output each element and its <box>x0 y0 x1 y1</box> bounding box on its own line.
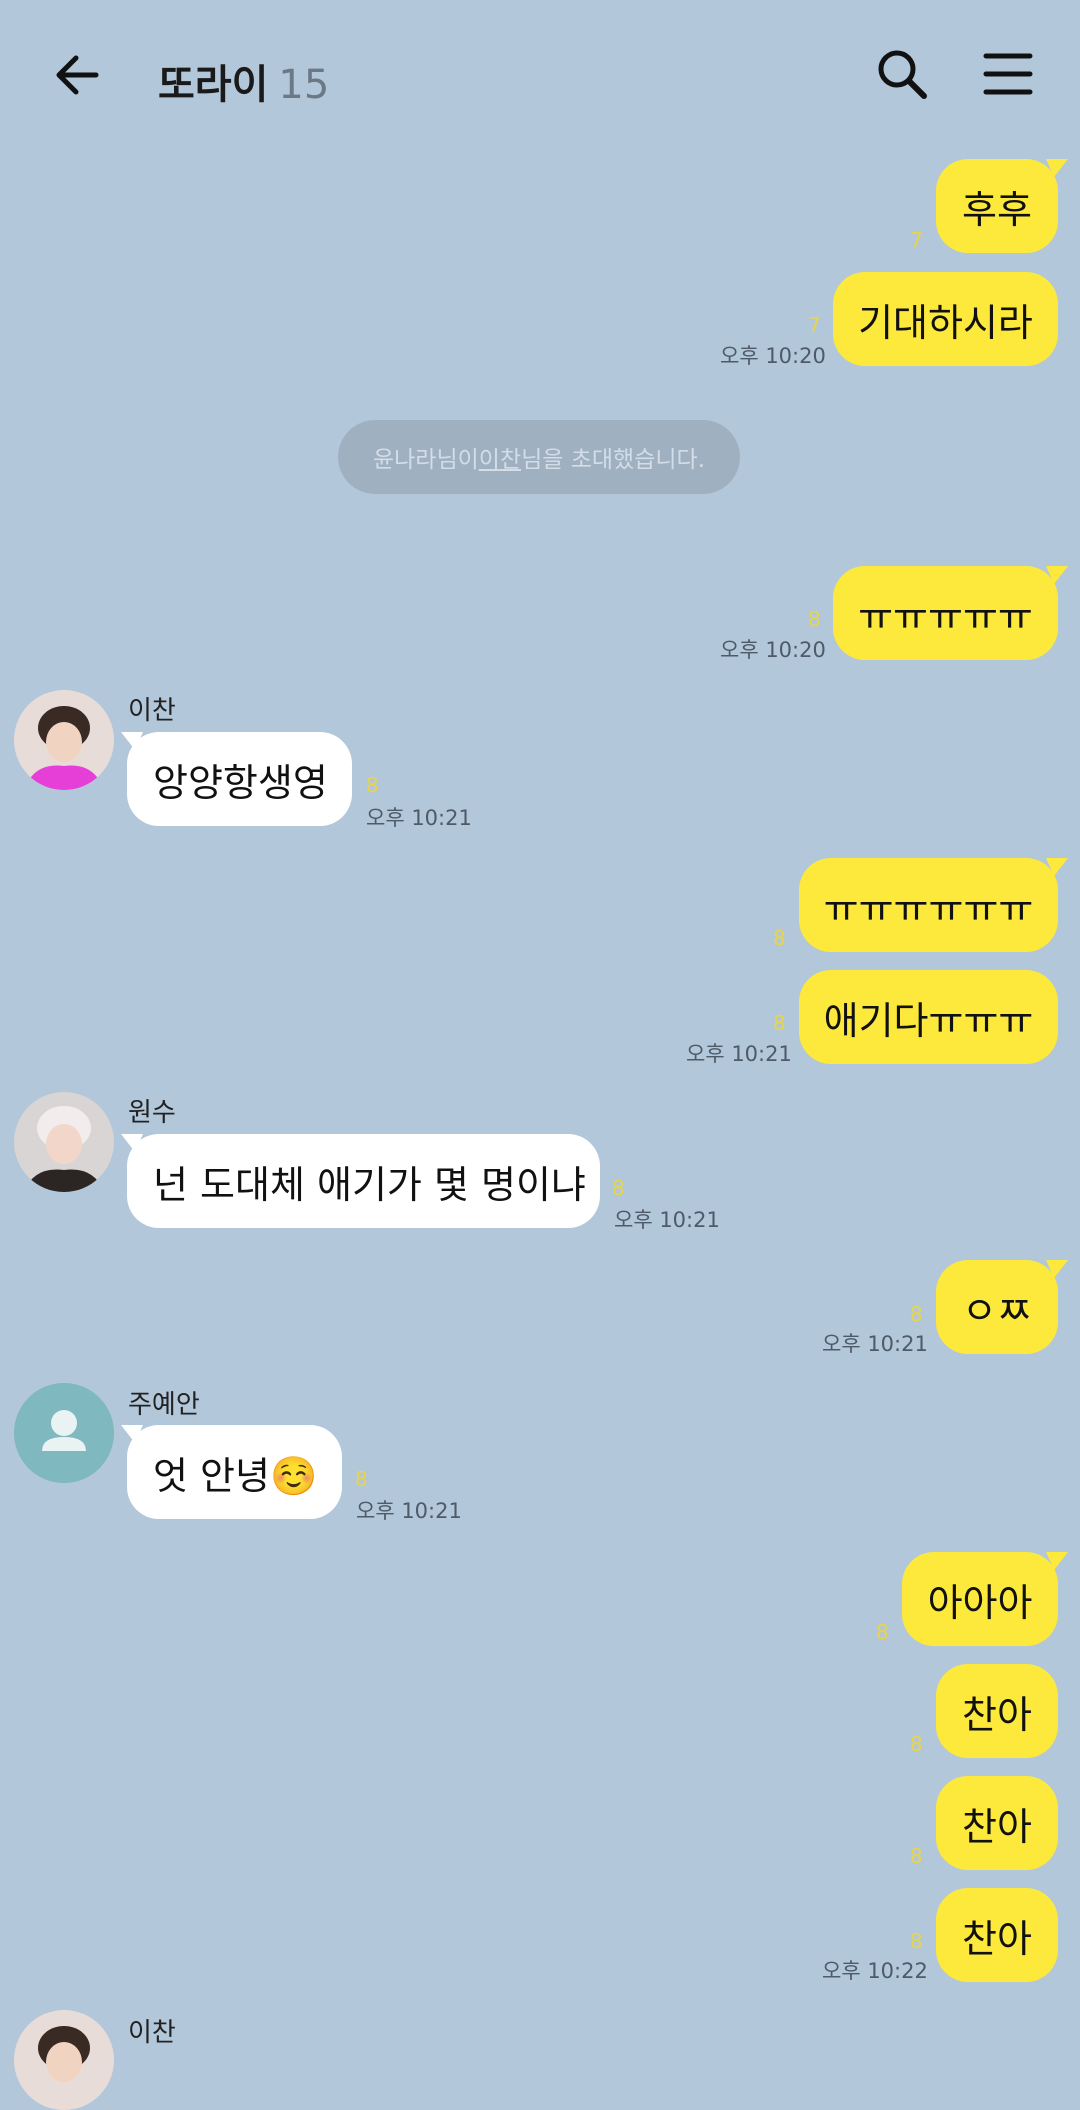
notice-inviter: 윤나라님이 <box>372 447 479 473</box>
bubble-tail <box>121 1425 143 1443</box>
profile-photo <box>14 1092 114 1192</box>
my-message-bubble[interactable]: 찬아 <box>936 1776 1058 1870</box>
member-count: 15 <box>278 62 330 108</box>
message-text: 찬아 <box>962 1916 1032 1961</box>
unread-count: 8 <box>910 1929 923 1953</box>
message-text: 아아아 <box>927 1580 1033 1625</box>
chat-header: 또라이 15 <box>0 0 1080 150</box>
profile-photo <box>14 690 114 790</box>
unread-count: 8 <box>773 1011 786 1035</box>
person-icon <box>14 1383 114 1483</box>
room-name: 또라이 <box>158 62 269 108</box>
message-text: ㅇㅉ <box>962 1288 1032 1333</box>
unread-count: 7 <box>808 313 821 337</box>
message-text: 앙양항생영 <box>153 760 328 805</box>
bubble-tail <box>121 732 143 750</box>
unread-count: 8 <box>808 607 821 631</box>
sender-name: 이찬 <box>128 2018 176 2048</box>
sender-name: 주예안 <box>128 1390 200 1420</box>
bubble-tail <box>1046 566 1068 584</box>
avatar-ichan[interactable] <box>14 690 114 790</box>
other-message-bubble[interactable]: 엇 안녕☺️ <box>127 1425 342 1519</box>
message-time: 오후 10:21 <box>366 806 472 830</box>
other-message-bubble[interactable]: 넌 도대체 애기가 몇 명이냐 <box>127 1134 600 1228</box>
my-message-bubble[interactable]: ㅠㅠㅠㅠㅠ <box>833 566 1058 660</box>
unread-count: 8 <box>910 1302 923 1326</box>
message-time: 오후 10:20 <box>720 344 826 368</box>
search-icon <box>878 50 927 99</box>
system-notice: 윤나라님이 이찬 님을 초대했습니다. <box>338 420 740 494</box>
my-message-bubble[interactable]: 후후 <box>936 159 1058 253</box>
arrow-left-icon <box>56 55 99 95</box>
message-time: 오후 10:22 <box>822 1959 928 1983</box>
my-message-bubble[interactable]: ㅇㅉ <box>936 1260 1058 1354</box>
my-message-bubble[interactable]: ㅠㅠㅠㅠㅠㅠ <box>799 858 1058 952</box>
unread-count: 8 <box>910 1732 923 1756</box>
message-time: 오후 10:20 <box>720 638 826 662</box>
bubble-tail <box>1046 858 1068 876</box>
search-button[interactable] <box>872 44 932 104</box>
avatar-juyean[interactable] <box>14 1383 114 1483</box>
notice-suffix: 님을 초대했습니다. <box>521 447 706 473</box>
profile-photo <box>14 2010 114 2110</box>
unread-count: 7 <box>910 228 923 252</box>
back-button[interactable] <box>48 45 108 105</box>
message-time: 오후 10:21 <box>822 1332 928 1356</box>
my-message-bubble[interactable]: 찬아 <box>936 1888 1058 1982</box>
other-message-bubble[interactable]: 앙양항생영 <box>127 732 352 826</box>
avatar-ichan[interactable] <box>14 2010 114 2110</box>
bubble-tail <box>1046 159 1068 177</box>
my-message-bubble[interactable]: 기대하시라 <box>833 272 1058 366</box>
unread-count: 8 <box>910 1844 923 1868</box>
bubble-tail <box>1046 1552 1068 1570</box>
my-message-bubble[interactable]: 아아아 <box>902 1552 1058 1646</box>
unread-count: 8 <box>612 1176 625 1200</box>
unread-count: 8 <box>876 1620 889 1644</box>
bubble-tail <box>121 1134 143 1152</box>
message-text: 기대하시라 <box>858 300 1033 345</box>
message-time: 오후 10:21 <box>686 1042 792 1066</box>
message-time: 오후 10:21 <box>356 1499 462 1523</box>
my-message-bubble[interactable]: 찬아 <box>936 1664 1058 1758</box>
avatar-wonsu[interactable] <box>14 1092 114 1192</box>
message-time: 오후 10:21 <box>614 1208 720 1232</box>
message-text: 엇 안녕☺️ <box>153 1453 318 1498</box>
unread-count: 8 <box>773 926 786 950</box>
sender-name: 이찬 <box>128 696 176 726</box>
message-text: ㅠㅠㅠㅠㅠ <box>858 594 1033 639</box>
menu-button[interactable] <box>978 44 1038 104</box>
message-text: 넌 도대체 애기가 몇 명이냐 <box>153 1162 586 1207</box>
bubble-tail <box>1046 1260 1068 1278</box>
message-text: 애기다ㅠㅠㅠ <box>823 998 1034 1043</box>
sender-name: 원수 <box>128 1098 176 1128</box>
unread-count: 8 <box>366 773 379 797</box>
my-message-bubble[interactable]: 애기다ㅠㅠㅠ <box>799 970 1058 1064</box>
unread-count: 8 <box>355 1467 368 1491</box>
message-text: 찬아 <box>962 1804 1032 1849</box>
chat-room-title: 또라이 15 <box>158 52 329 110</box>
hamburger-menu-icon <box>983 53 1033 95</box>
message-text: 후후 <box>962 187 1032 232</box>
invited-user-link[interactable]: 이찬 <box>479 440 521 474</box>
message-text: 찬아 <box>962 1692 1032 1737</box>
message-text: ㅠㅠㅠㅠㅠㅠ <box>823 886 1034 931</box>
